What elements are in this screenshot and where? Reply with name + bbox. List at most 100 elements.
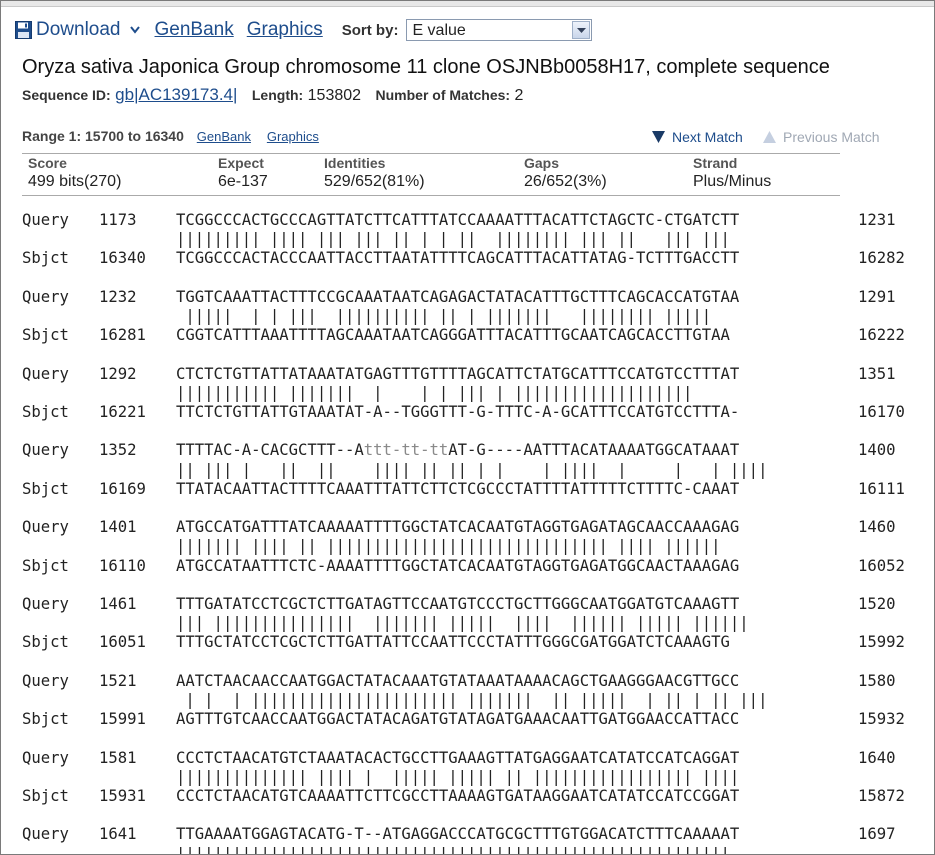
dropdown-arrow-icon (577, 28, 587, 33)
match-bars: ||||||| |||| || ||||||||||||||||||||||||… (176, 537, 721, 556)
length-label: Length: (251, 87, 304, 103)
previous-match-label: Previous Match (783, 129, 880, 145)
top-border (1, 1, 934, 7)
query-label: Query (22, 211, 69, 229)
subject-sequence: CCCTCTAACATGTCAAAATTCTTCGCCTTAAAAGTGATAA… (176, 786, 740, 805)
subject-sequence: TTTGCTATCCTCGCTCTTGATTATTCCAATTCCCTATTTG… (176, 633, 730, 652)
query-label: Query (22, 518, 69, 537)
sequence-info: Sequence ID: gb|AC139173.4| Length: 1538… (22, 85, 523, 105)
stat-header: Gaps (524, 155, 560, 171)
subject-label: Sbjct (22, 556, 69, 575)
match-bars: |||||||||||||| |||| | ||||| ||||| || |||… (176, 767, 740, 786)
query-end: 1520 (858, 594, 896, 613)
stat-value: 499 bits(270) (28, 173, 122, 190)
subject-start: 16340 (99, 249, 146, 268)
query-sequence: TCGGCCCACTGCCCAGTTATCTTCATTTATCCAAAATTTA… (176, 211, 740, 229)
query-label: Query (22, 441, 69, 460)
subject-label: Sbjct (22, 479, 69, 498)
query-start: 1641 (99, 825, 137, 844)
query-start: 1521 (99, 671, 137, 690)
browser-frame: Download GenBank Graphics Sort by: E val… (0, 0, 935, 855)
matches-value: 2 (514, 87, 524, 104)
matches-label: Number of Matches: (375, 87, 511, 103)
query-sequence: TGGTCAAATTACTTTCCGCAAATAATCAGAGACTATACAT… (176, 287, 740, 306)
toolbar: Download GenBank Graphics Sort by: E val… (15, 16, 593, 44)
query-end: 1640 (858, 748, 896, 767)
query-start: 1461 (99, 594, 137, 613)
subject-sequence: ATGCCATAATTTCTC-AAAATTTTGGCTATCACAATGTAG… (176, 556, 740, 575)
range-genbank-link[interactable]: GenBank (197, 129, 251, 144)
stat-value: 529/652(81%) (324, 173, 425, 190)
query-seq-part: TTTTAC-A-CACGCTTT--A (176, 441, 364, 460)
subject-sequence: TTCTCTGTTATTGTAAATAT-A--TGGGTTT-G-TTTC-A… (176, 402, 740, 421)
query-label: Query (22, 364, 69, 383)
subject-end: 16222 (858, 326, 905, 345)
seq-id-label: Sequence ID: (22, 87, 111, 103)
subject-label: Sbjct (22, 633, 69, 652)
query-sequence: ATGCCATGATTTATCAAAAATTTTGGCTATCACAATGTAG… (176, 518, 740, 537)
query-start: 1292 (99, 364, 137, 383)
subject-end: 15992 (858, 633, 905, 652)
query-end: 1400 (858, 441, 896, 460)
subject-end: 15932 (858, 710, 905, 729)
stat-value: 6e-137 (218, 173, 268, 190)
query-label: Query (22, 594, 69, 613)
query-end: 1697 (858, 825, 896, 844)
stat-gaps: Gaps 26/652(3%) (524, 155, 607, 191)
query-start: 1401 (99, 518, 137, 537)
range-header: Range 1: 15700 to 16340 GenBank Graphics… (22, 128, 887, 148)
subject-start: 16051 (99, 633, 146, 652)
match-bars: | | | |||||||||||||||||||||| ||||||| || … (176, 690, 768, 709)
stat-header: Score (28, 155, 67, 171)
query-label: Query (22, 671, 69, 690)
subject-sequence: AGTTTGTCAACCAATGGACTATACAGATGTATAGATGAAA… (176, 710, 740, 729)
subject-start: 15991 (99, 710, 146, 729)
subject-end: 16052 (858, 556, 905, 575)
query-label: Query (22, 825, 69, 844)
match-bars: ||||||||| |||| ||| ||| || | | || |||||||… (176, 230, 730, 249)
query-end: 1291 (858, 287, 896, 306)
subject-end: 16170 (858, 402, 905, 421)
lowercase-masked-region: ttt-tt-tt (363, 441, 449, 460)
download-menu[interactable]: Download (15, 19, 140, 41)
stat-value: 26/652(3%) (524, 173, 607, 190)
query-seq-part: AT-G----AATTTACATAAAATGGCATAAAT (448, 441, 740, 460)
query-end: 1231 (858, 211, 896, 229)
floppy-disk-icon (15, 21, 32, 39)
stat-strand: Strand Plus/Minus (693, 155, 771, 191)
next-match-link[interactable]: Next Match (652, 129, 743, 145)
query-start: 1352 (99, 441, 137, 460)
stat-header: Strand (693, 155, 738, 171)
subject-label: Sbjct (22, 786, 69, 805)
triangle-down-icon (652, 131, 665, 143)
stat-value: Plus/Minus (693, 173, 772, 190)
query-end: 1580 (858, 671, 896, 690)
query-start: 1173 (99, 211, 137, 229)
chevron-down-icon (129, 26, 140, 34)
graphics-link[interactable]: Graphics (247, 19, 323, 41)
subject-label: Sbjct (22, 326, 69, 345)
sort-label: Sort by: (341, 21, 399, 39)
seq-id-link[interactable]: gb|AC139173.4| (115, 85, 237, 104)
subject-end: 16282 (858, 249, 905, 268)
query-sequence: TTTGATATCCTCGCTCTTGATAGTTCCAATGTCCCTGCTT… (176, 594, 740, 613)
subject-label: Sbjct (22, 710, 69, 729)
subject-sequence: TCGGCCCACTACCCAATTACCTTAATATTTTCAGCATTTA… (176, 249, 740, 268)
query-start: 1232 (99, 287, 137, 306)
query-start: 1581 (99, 748, 137, 767)
record-title: Oryza sativa Japonica Group chromosome 1… (22, 56, 830, 78)
previous-match-link: Previous Match (763, 129, 879, 145)
subject-start: 15931 (99, 786, 146, 805)
query-label: Query (22, 287, 69, 306)
stat-expect: Expect 6e-137 (218, 155, 268, 191)
genbank-link[interactable]: GenBank (155, 19, 234, 41)
query-end: 1351 (858, 364, 896, 383)
match-bars: || ||| | || || |||| || || | | | |||| | |… (176, 460, 768, 479)
subject-end: 15872 (858, 786, 905, 805)
select-dropdown-button[interactable] (572, 21, 591, 39)
triangle-up-icon (763, 131, 776, 143)
sort-select-value: E value (412, 22, 466, 39)
match-bars: ||||||||||| ||||||| | | | ||| | ||||||||… (176, 383, 693, 402)
range-graphics-link[interactable]: Graphics (267, 129, 319, 144)
sort-select[interactable]: E value (406, 19, 593, 41)
